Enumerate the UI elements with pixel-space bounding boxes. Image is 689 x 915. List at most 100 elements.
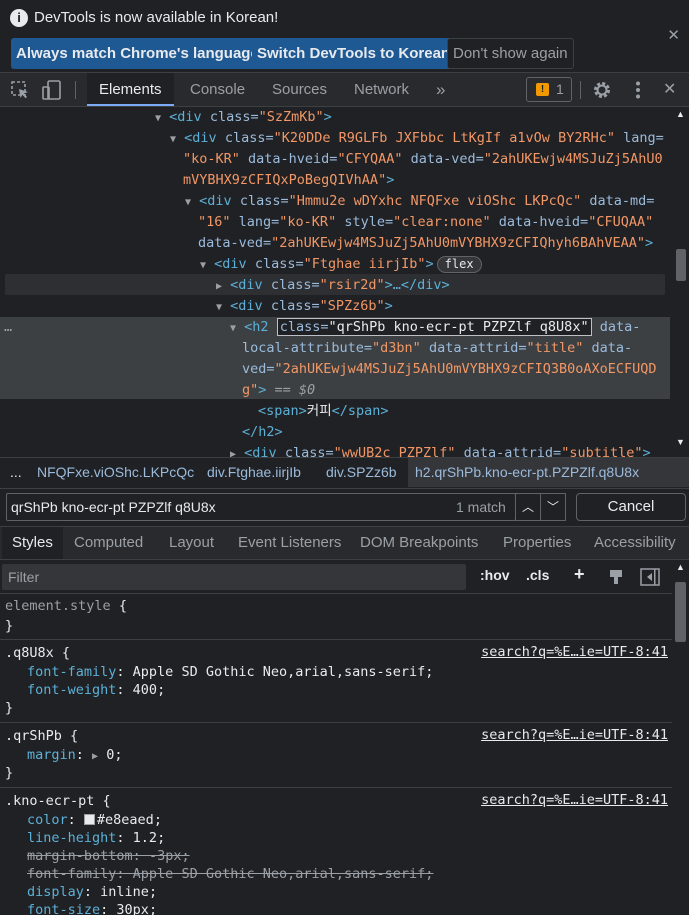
style-property[interactable]: font-size: 30px; xyxy=(27,901,157,915)
tab-elements[interactable]: Elements xyxy=(87,73,174,106)
paint-brush-icon[interactable] xyxy=(607,568,625,586)
breadcrumb-item[interactable]: div.SPZz6b xyxy=(326,464,397,480)
dom-node-continuation: local-attribute="d3bn" data-attrid="titl… xyxy=(242,340,633,356)
breadcrumb-more[interactable]: ... xyxy=(10,464,22,480)
rule-source-link[interactable]: search?q=%E…ie=UTF-8:41 xyxy=(481,792,668,808)
language-infobar: i DevTools is now available in Korean! ✕… xyxy=(0,0,689,72)
toolbar-divider xyxy=(580,81,581,99)
dom-node-continuation: data-ved="2ahUKEwjw4MSJuZj5AhU0mVYBHX9zC… xyxy=(198,235,654,251)
style-property[interactable]: line-height: 1.2; xyxy=(27,829,165,847)
tab-accessibility[interactable]: Accessibility xyxy=(584,527,686,559)
tab-styles[interactable]: Styles xyxy=(2,527,63,559)
scroll-up-icon[interactable]: ▲ xyxy=(676,109,685,119)
dom-node-continuation: ved="2ahUKEwjw4MSJuZj5AhU0mVYBHX9zCFIQ3B… xyxy=(242,361,657,377)
tab-event-listeners[interactable]: Event Listeners xyxy=(228,527,351,559)
class-toggle[interactable]: .cls xyxy=(526,567,549,583)
filter-input[interactable]: Filter xyxy=(2,564,466,590)
issues-count: 1 xyxy=(556,81,564,97)
styles-scrollbar[interactable]: ▲ xyxy=(672,560,689,915)
expand-shorthand-icon[interactable]: ▶ xyxy=(92,751,98,762)
dom-scrollbar-thumb[interactable] xyxy=(676,249,686,281)
gear-icon[interactable] xyxy=(591,79,613,101)
rule-selector: .kno-ecr-pt xyxy=(5,793,95,809)
expand-arrow-icon[interactable]: ▼ xyxy=(155,113,161,124)
expand-arrow-icon[interactable]: ▼ xyxy=(200,260,206,271)
breadcrumb-item[interactable]: NFQFxe.viOShc.LKPcQc xyxy=(37,464,194,480)
tab-sources[interactable]: Sources xyxy=(260,73,339,106)
next-match-icon[interactable]: ﹀ xyxy=(540,493,566,521)
selected-node-marker: == $0 xyxy=(266,382,316,398)
node-actions-ellipsis[interactable]: … xyxy=(4,317,12,338)
tab-dom-breakpoints[interactable]: DOM Breakpoints xyxy=(350,527,488,559)
collapse-arrow-icon[interactable]: ▶ xyxy=(230,449,236,457)
scroll-down-icon[interactable]: ▼ xyxy=(676,437,685,447)
search-input[interactable]: qrShPb kno-ecr-pt PZPZlf q8U8x xyxy=(6,493,516,521)
rule-source-link[interactable]: search?q=%E…ie=UTF-8:41 xyxy=(481,644,668,660)
sidebar-tabs: Styles Computed Layout Event Listeners D… xyxy=(0,526,689,560)
toggle-sidebar-icon[interactable] xyxy=(640,568,660,586)
color-swatch[interactable] xyxy=(83,814,95,825)
main-toolbar: Elements Console Sources Network » ! 1 ✕ xyxy=(0,72,689,107)
expand-arrow-icon[interactable]: ▼ xyxy=(185,197,191,208)
expand-arrow-icon[interactable]: ▼ xyxy=(230,323,236,334)
styles-filter-bar: Filter :hov .cls + xyxy=(0,560,672,594)
inspect-element-icon[interactable] xyxy=(9,79,31,101)
breadcrumb-item[interactable]: div.Ftghae.iirjIb xyxy=(207,464,301,480)
tab-network[interactable]: Network xyxy=(342,73,421,106)
dom-node[interactable]: ▼ <div class="SPZz6b"> xyxy=(216,296,393,317)
dom-node[interactable]: ▼ <div class="K20DDe R9GLFb JXFbbc LtKgI… xyxy=(170,128,664,149)
rule-source-link[interactable]: search?q=%E…ie=UTF-8:41 xyxy=(481,727,668,743)
style-property[interactable]: font-family: Apple SD Gothic Neo,arial,s… xyxy=(27,663,433,681)
issues-button[interactable]: ! 1 xyxy=(526,77,572,102)
search-match-highlight: class="qrShPb kno-ecr-pt PZPZlf q8U8x" xyxy=(276,318,592,336)
infobar-message: DevTools is now available in Korean! xyxy=(34,9,279,26)
tab-computed[interactable]: Computed xyxy=(64,527,153,559)
style-property-overridden[interactable]: margin-bottom: -3px; xyxy=(27,847,190,865)
style-property-overridden[interactable]: font-family: Apple SD Gothic Neo,arial,s… xyxy=(27,865,433,883)
tab-layout[interactable]: Layout xyxy=(159,527,224,559)
selected-dom-node[interactable]: ▼ <h2 class="qrShPb kno-ecr-pt PZPZlf q8… xyxy=(230,317,640,338)
new-style-rule-icon[interactable]: + xyxy=(574,564,585,585)
scroll-up-icon[interactable]: ▲ xyxy=(676,562,685,572)
dom-node-continuation: "ko-KR" data-hveid="CFYQAA" data-ved="2a… xyxy=(183,151,663,167)
previous-match-icon[interactable]: ︿ xyxy=(515,493,541,521)
dom-node-close[interactable]: </h2> xyxy=(242,422,283,443)
tab-console[interactable]: Console xyxy=(178,73,257,106)
always-match-language-button[interactable]: Always match Chrome's language xyxy=(11,38,264,69)
style-rule: .q8U8x { search?q=%E…ie=UTF-8:41 font-fa… xyxy=(0,641,672,723)
device-toolbar-icon[interactable] xyxy=(41,79,63,101)
collapse-arrow-icon[interactable]: ▶ xyxy=(216,281,222,292)
dom-node[interactable]: ▼ <div class="SzZmKb"> xyxy=(155,107,332,128)
dom-tree: ▼ <div class="SzZmKb"> ▼ <div class="K20… xyxy=(0,107,689,457)
more-options-icon[interactable] xyxy=(627,79,649,101)
style-property[interactable]: color: #e8eaed; xyxy=(27,811,162,829)
dom-node[interactable]: ▼ <div class="Ftghae iirjIb"> flex xyxy=(200,254,482,275)
close-icon[interactable]: ✕ xyxy=(667,26,680,44)
cancel-button[interactable]: Cancel xyxy=(576,493,686,521)
dom-node[interactable]: ▶ <div class="rsir2d">…</div> xyxy=(216,275,450,296)
style-property[interactable]: font-weight: 400; xyxy=(27,681,165,699)
rule-selector: element.style xyxy=(5,598,111,614)
expand-arrow-icon[interactable]: ▼ xyxy=(216,302,222,313)
info-icon: i xyxy=(10,9,28,27)
match-count: 1 match xyxy=(456,499,506,515)
close-devtools-icon[interactable]: ✕ xyxy=(663,79,676,99)
switch-devtools-korean-button[interactable]: Switch DevTools to Korean xyxy=(252,38,456,69)
dom-node-continuation: mVYBHX9zCFIQxPoBegQIVhAA"> xyxy=(183,172,395,188)
dont-show-again-button[interactable]: Don't show again xyxy=(447,38,574,69)
dom-node-continuation: "16" lang="ko-KR" style="clear:none" dat… xyxy=(198,214,654,230)
dom-node[interactable]: <span>커피</span> xyxy=(258,401,389,422)
style-rule: .qrShPb { search?q=%E…ie=UTF-8:41 margin… xyxy=(0,724,672,788)
dom-node[interactable]: ▶ <div class="wwUB2c PZPZlf" data-attrid… xyxy=(230,443,651,457)
dom-node[interactable]: ▼ <div class="Hmmu2e wDYxhc NFQFxe viOSh… xyxy=(185,191,654,212)
hover-state-toggle[interactable]: :hov xyxy=(480,567,510,583)
breadcrumb-item-active[interactable]: h2.qrShPb.kno-ecr-pt.PZPZlf.q8U8x xyxy=(415,464,639,480)
style-property[interactable]: display: inline; xyxy=(27,883,157,901)
tab-properties[interactable]: Properties xyxy=(493,527,581,559)
dom-scrollbar[interactable]: ▲ ▼ xyxy=(673,107,689,457)
style-property[interactable]: margin: ▶ 0; xyxy=(27,746,123,764)
expand-arrow-icon[interactable]: ▼ xyxy=(170,134,176,145)
styles-scrollbar-thumb[interactable] xyxy=(675,582,686,642)
flex-badge[interactable]: flex xyxy=(436,256,482,273)
more-tabs-chevron-icon[interactable]: » xyxy=(424,73,457,106)
